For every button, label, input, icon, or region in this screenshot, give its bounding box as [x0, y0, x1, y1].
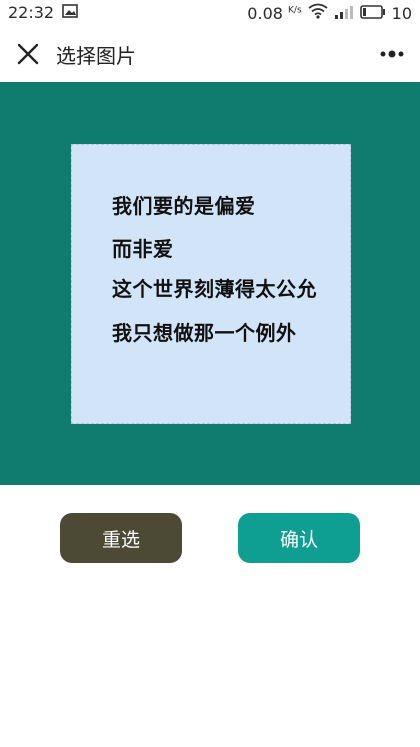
selected-image[interactable]: 我们要的是偏爱 而非爱 这个世界刻薄得太公允 我只想做那一个例外 [71, 144, 351, 424]
network-speed: 0.08 K/s [247, 3, 302, 23]
network-speed-unit: K/s [288, 5, 302, 16]
battery-level: 10 [391, 3, 412, 23]
image-preview-area: 我们要的是偏爱 而非爱 这个世界刻薄得太公允 我只想做那一个例外 [0, 82, 420, 485]
more-dots-icon [380, 50, 404, 58]
image-text-line: 而非爱 [112, 237, 174, 261]
image-text-line: 我只想做那一个例外 [112, 321, 297, 345]
wifi-icon [308, 3, 328, 23]
close-icon [17, 43, 39, 65]
reselect-button[interactable]: 重选 [60, 513, 182, 563]
image-text-line: 这个世界刻薄得太公允 [112, 277, 317, 301]
more-options-button[interactable] [378, 44, 406, 64]
close-button[interactable] [14, 40, 42, 68]
image-notification-icon [62, 3, 78, 22]
status-time: 22:32 [8, 3, 55, 22]
battery-icon [359, 4, 386, 23]
confirm-button[interactable]: 确认 [238, 513, 360, 563]
page-title: 选择图片 [56, 44, 136, 68]
signal-icon [334, 4, 354, 23]
title-bar: 选择图片 [0, 26, 420, 82]
status-bar: 22:32 0.08 K/s 10 [0, 0, 420, 26]
image-text-line: 我们要的是偏爱 [112, 194, 256, 218]
